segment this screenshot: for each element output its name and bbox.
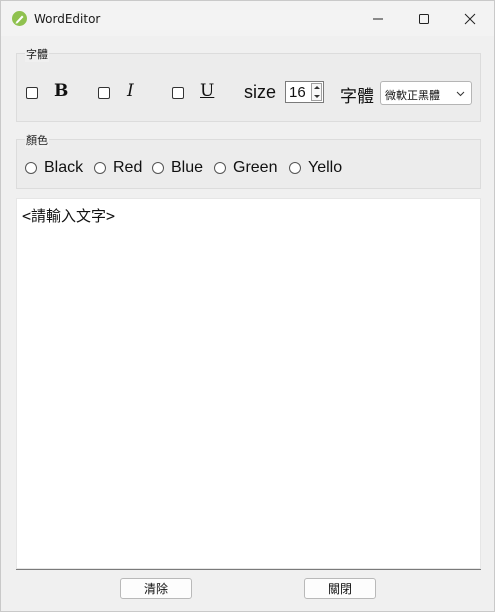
size-spinner[interactable]: 16 <box>285 81 324 103</box>
font-family-value: 微軟正黑體 <box>385 89 440 102</box>
underline-label: U <box>200 81 215 101</box>
bold-label: B <box>54 81 69 101</box>
maximize-icon <box>419 13 429 24</box>
radio-yellow[interactable] <box>289 162 301 174</box>
italic-checkbox[interactable] <box>98 87 110 99</box>
chevron-down-icon <box>456 91 465 97</box>
radio-green-label: Green <box>233 159 278 176</box>
editor-textarea[interactable]: <請輸入文字> <box>16 198 481 569</box>
radio-green[interactable] <box>214 162 226 174</box>
radio-red[interactable] <box>94 162 106 174</box>
color-group-label: 顏色 <box>25 132 49 148</box>
window-title: WordEditor <box>34 12 101 26</box>
size-value: 16 <box>289 84 306 101</box>
minimize-button[interactable] <box>355 1 401 36</box>
clear-button[interactable]: 清除 <box>120 578 192 599</box>
underline-checkbox[interactable] <box>172 87 184 99</box>
close-window-button[interactable] <box>447 1 493 36</box>
spin-down-icon[interactable] <box>314 95 320 98</box>
font-group-label: 字體 <box>25 46 49 62</box>
editor-text: <請輸入文字> <box>22 207 116 225</box>
font-family-select[interactable]: 微軟正黑體 <box>380 81 472 105</box>
radio-blue-label: Blue <box>171 159 204 176</box>
word-editor-window: WordEditor 字體 B I U size 16 字體 微軟正黑體 顏色 … <box>0 0 495 612</box>
app-icon <box>12 11 27 26</box>
radio-black[interactable] <box>25 162 37 174</box>
spin-up-icon[interactable] <box>314 86 320 89</box>
radio-blue[interactable] <box>152 162 164 174</box>
radio-black-label: Black <box>44 159 84 176</box>
close-icon <box>464 13 476 24</box>
bold-checkbox[interactable] <box>26 87 38 99</box>
italic-label: I <box>127 81 134 101</box>
radio-red-label: Red <box>113 159 143 176</box>
spinner-buttons[interactable] <box>311 83 322 101</box>
close-button[interactable]: 關閉 <box>304 578 376 599</box>
font-family-label: 字體 <box>340 87 374 107</box>
maximize-button[interactable] <box>401 1 447 36</box>
title-bar: WordEditor <box>1 1 494 36</box>
minimize-icon <box>373 18 383 19</box>
size-label: size <box>244 82 277 102</box>
radio-yellow-label: Yello <box>308 159 343 176</box>
divider <box>16 569 481 570</box>
